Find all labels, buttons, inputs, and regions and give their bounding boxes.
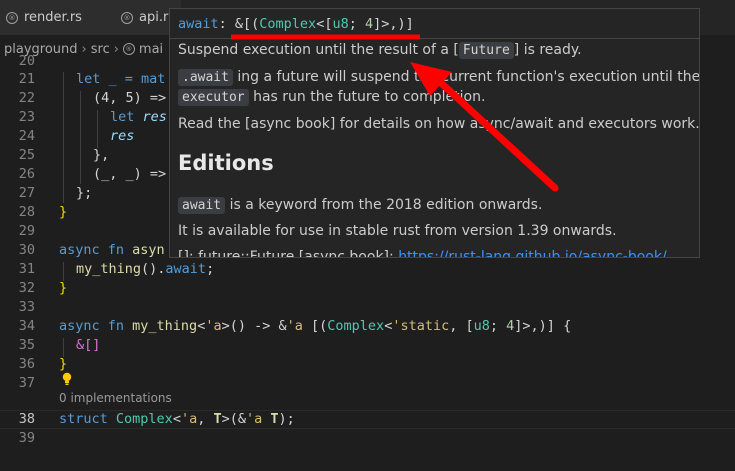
- code-line: 34 async fn my_thing<'a>() -> &'a [(Compl…: [0, 317, 735, 336]
- code-line: 35 &[]: [0, 336, 735, 355]
- doc-paragraph: It is available for use in stable rust f…: [178, 223, 617, 239]
- code-text: }: [59, 204, 68, 220]
- line-number: 31: [18, 261, 35, 277]
- code-text: struct Complex<'a, T>(&'a T);: [59, 411, 295, 427]
- code-text: my_thing().await;: [76, 261, 215, 277]
- code-text: };: [76, 185, 93, 201]
- line-number: 26: [18, 166, 35, 182]
- tab-render-rs[interactable]: ® render.rs: [0, 0, 114, 35]
- code-line: 36}: [0, 355, 735, 374]
- line-number: 34: [18, 318, 35, 334]
- async-book-link[interactable]: https://rust-lang.github.io/async-book/: [398, 249, 666, 257]
- doc-paragraph: await is a keyword from the 2018 edition…: [178, 197, 542, 214]
- code-text: async fn asyn: [59, 242, 165, 258]
- line-number: 28: [18, 204, 35, 220]
- doc-paragraph: Read the [async book] for details on how…: [178, 116, 700, 132]
- rust-file-icon: ®: [6, 11, 18, 24]
- line-number: 29: [18, 223, 35, 239]
- line-number: 21: [18, 71, 35, 87]
- line-number: 22: [18, 90, 35, 106]
- doc-heading: Editions: [178, 151, 274, 175]
- code-text: let _ = mat: [76, 71, 166, 87]
- code-text: }: [59, 280, 68, 296]
- tab-label: api.r: [139, 10, 169, 25]
- line-number: 33: [18, 299, 35, 315]
- tab-label: render.rs: [24, 10, 82, 25]
- lightbulb-icon[interactable]: [61, 372, 73, 386]
- code-text: let res: [110, 109, 167, 125]
- hover-tooltip[interactable]: await: &[(Complex<[u8; 4]>,)] Suspend ex…: [169, 8, 700, 258]
- code-line: 38 struct Complex<'a, T>(&'a T);: [0, 410, 735, 429]
- code-text: (_, _) =>: [93, 166, 167, 182]
- code-text: async fn my_thing<'a>() -> &'a [(Complex…: [59, 318, 572, 334]
- line-number: 37: [18, 375, 35, 391]
- line-number: 32: [18, 280, 35, 296]
- line-number: 30: [18, 242, 35, 258]
- line-number: 24: [18, 128, 35, 144]
- line-number: 25: [18, 147, 35, 163]
- line-number: 38: [18, 411, 35, 427]
- code-line: 32}: [0, 279, 735, 298]
- code-text: (4, 5) =>: [93, 90, 167, 106]
- doc-paragraph: .await ing a future will suspend the cur…: [178, 69, 699, 86]
- doc-paragraph: executor has run the future to completio…: [178, 89, 485, 106]
- code-line: 31 my_thing().await;: [0, 260, 735, 279]
- line-number: 23: [18, 109, 35, 125]
- line-number: 20: [18, 53, 35, 69]
- code-text: },: [93, 147, 110, 163]
- doc-paragraph: Suspend execution until the result of a …: [178, 42, 582, 59]
- code-text: res: [110, 128, 135, 144]
- codelens-implementations[interactable]: 0 implementations: [59, 391, 172, 405]
- line-number: 39: [18, 430, 35, 446]
- code-line: 33: [0, 298, 735, 317]
- code-text: &[]: [76, 337, 101, 353]
- line-number: 27: [18, 185, 35, 201]
- doc-paragraph: []: future::Future [async book]: https:/…: [178, 249, 667, 257]
- line-number: 35: [18, 337, 35, 353]
- line-number: 36: [18, 356, 35, 372]
- hover-signature: await: &[(Complex<[u8; 4]>,)]: [170, 9, 699, 39]
- code-line: 39: [0, 429, 735, 448]
- rust-file-icon: ®: [121, 11, 133, 24]
